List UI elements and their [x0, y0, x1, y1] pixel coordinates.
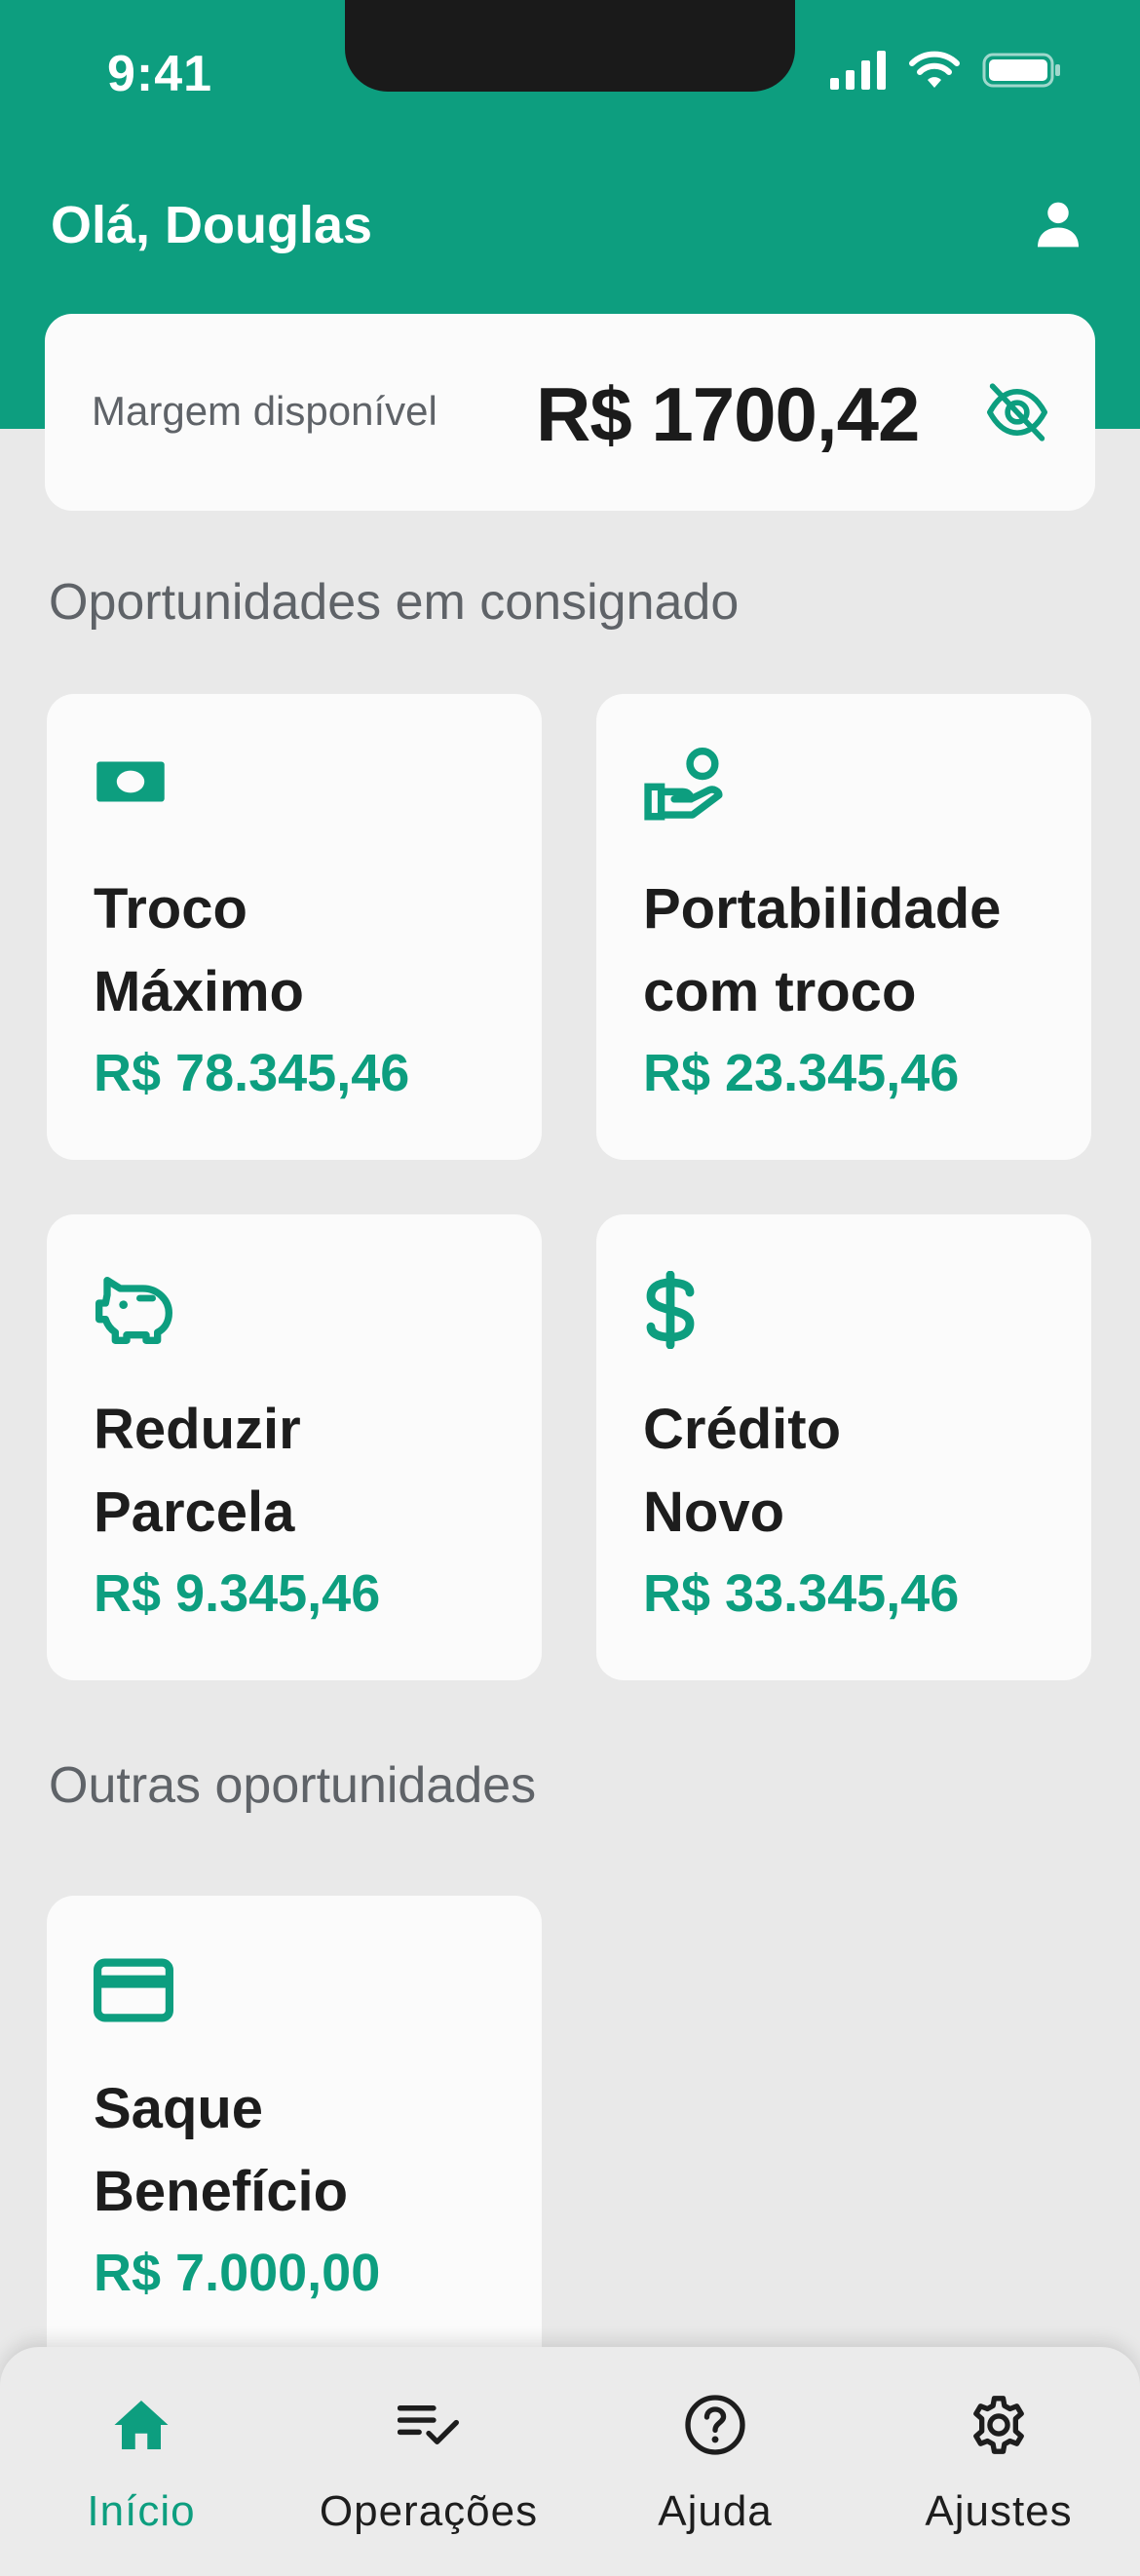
card-title-line2: Máximo: [94, 960, 304, 1023]
nav-item-inicio[interactable]: Início: [44, 2347, 239, 2576]
card-troco-maximo[interactable]: Troco Máximo R$ 78.345,46: [47, 694, 542, 1160]
card-title-line1: Saque: [94, 2077, 264, 2140]
device-notch: [345, 0, 795, 92]
profile-button[interactable]: [1027, 193, 1089, 255]
wifi-icon: [909, 51, 960, 88]
nav-label: Ajustes: [925, 2487, 1073, 2535]
hand-coin-icon: [643, 747, 729, 832]
toggle-visibility-button[interactable]: [984, 382, 1050, 442]
card-value: R$ 33.345,46: [643, 1564, 960, 1623]
card-title-line2: com troco: [643, 960, 917, 1023]
section-title-outras: Outras oportunidades: [49, 1757, 537, 1814]
card-value: R$ 23.345,46: [643, 1044, 960, 1102]
card-title-line1: Crédito: [643, 1398, 841, 1461]
nav-item-ajuda[interactable]: Ajuda: [618, 2347, 813, 2576]
status-time: 9:41: [107, 46, 213, 102]
card-portabilidade[interactable]: Portabilidade com troco R$ 23.345,46: [596, 694, 1091, 1160]
nav-item-operacoes[interactable]: Operações: [297, 2347, 560, 2576]
nav-item-ajustes[interactable]: Ajustes: [901, 2347, 1096, 2576]
status-icons: [830, 51, 1062, 90]
card-title-line2: Benefício: [94, 2160, 349, 2223]
bottom-nav: Início Operações Ajuda Ajustes: [0, 2347, 1140, 2576]
section-title-consignado: Oportunidades em consignado: [49, 574, 740, 631]
margin-value: R$ 1700,42: [536, 371, 920, 457]
card-title-line1: Reduzir: [94, 1398, 301, 1461]
nav-label: Ajuda: [658, 2487, 773, 2535]
margin-card: Margem disponível R$ 1700,42: [45, 314, 1095, 511]
card-value: R$ 9.345,46: [94, 1564, 381, 1623]
nav-label: Início: [87, 2487, 196, 2535]
card-saque-beneficio[interactable]: Saque Benefício R$ 7.000,00: [47, 1896, 542, 2403]
card-credito-novo[interactable]: Crédito Novo R$ 33.345,46: [596, 1214, 1091, 1680]
nav-label: Operações: [319, 2487, 539, 2535]
card-title-line1: Troco: [94, 877, 247, 941]
user-icon: [1038, 202, 1079, 248]
battery-icon: [982, 53, 1060, 88]
help-icon: [676, 2386, 754, 2464]
credit-card-icon: [94, 1958, 179, 2044]
greeting: Olá, Douglas: [51, 196, 373, 254]
cash-icon: [94, 752, 179, 838]
gear-icon: [960, 2386, 1038, 2464]
eye-off-icon: [986, 383, 1047, 442]
card-title-line1: Portabilidade: [643, 877, 1002, 941]
card-reduzir-parcela[interactable]: Reduzir Parcela R$ 9.345,46: [47, 1214, 542, 1680]
card-value: R$ 7.000,00: [94, 2244, 381, 2302]
signal-icon: [830, 51, 886, 90]
dollar-icon: [643, 1271, 729, 1357]
checklist-icon: [390, 2386, 468, 2464]
card-value: R$ 78.345,46: [94, 1044, 410, 1102]
piggy-bank-icon: [94, 1269, 179, 1355]
card-title-line2: Novo: [643, 1480, 784, 1544]
margin-label: Margem disponível: [92, 388, 437, 434]
card-title-line2: Parcela: [94, 1480, 295, 1544]
home-icon: [102, 2386, 180, 2464]
